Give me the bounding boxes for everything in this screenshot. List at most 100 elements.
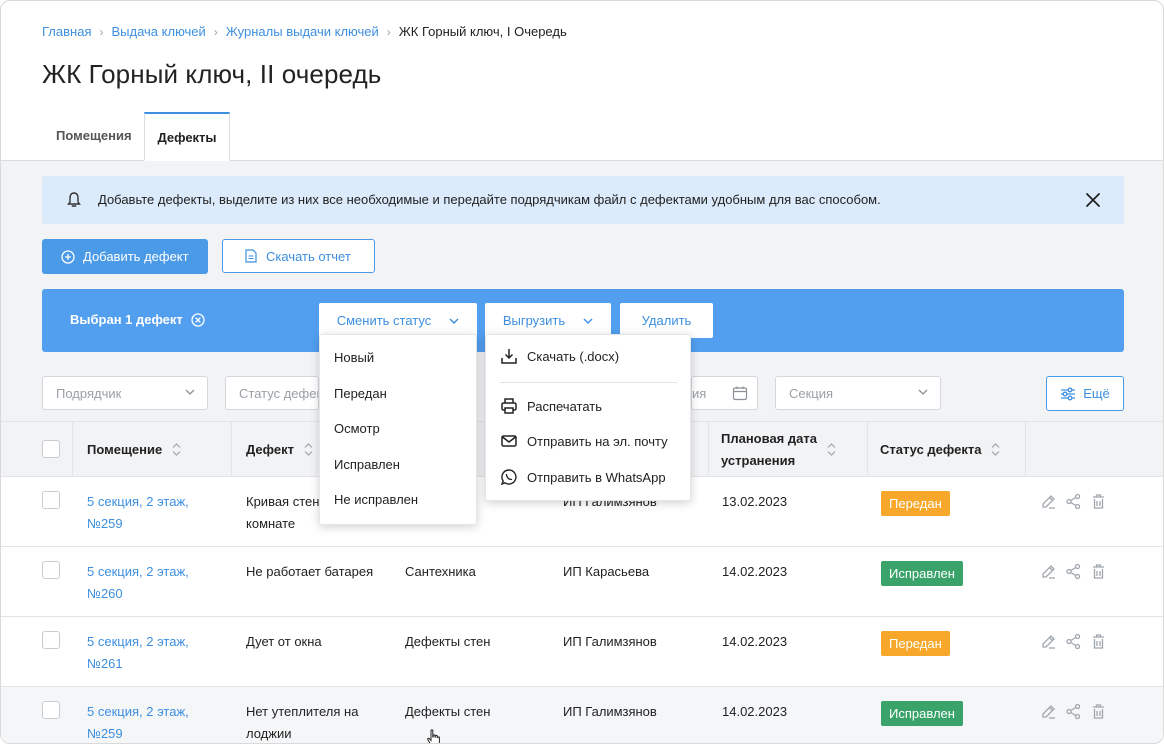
more-filters-button[interactable]: Ещё xyxy=(1046,376,1124,411)
info-alert: Добавьте дефекты, выделите из них все не… xyxy=(42,176,1124,224)
row-checkbox[interactable] xyxy=(42,491,60,509)
breadcrumb-home[interactable]: Главная xyxy=(42,24,91,39)
room-cell[interactable]: 5 секция, 2 этаж, №260 xyxy=(87,547,227,617)
date-cell: 14.02.2023 xyxy=(722,634,788,649)
alert-text: Добавьте дефекты, выделите из них все не… xyxy=(98,192,881,207)
download-report-label: Скачать отчет xyxy=(266,248,351,264)
header-plan-date[interactable]: Плановая дата устранения xyxy=(709,422,868,477)
download-icon xyxy=(501,349,517,364)
edit-icon[interactable] xyxy=(1040,633,1057,650)
delete-button[interactable]: Удалить xyxy=(620,303,713,338)
row-checkbox[interactable] xyxy=(42,631,60,649)
contractor-cell: ИП Галимзянов xyxy=(563,634,657,649)
date-filter[interactable]: ия xyxy=(691,376,758,410)
selection-count: Выбран 1 дефект xyxy=(70,312,205,327)
contractor-cell: ИП Галимзянов xyxy=(563,704,657,719)
export-email[interactable]: Отправить на эл. почту xyxy=(500,432,668,450)
tab-defects[interactable]: Дефекты xyxy=(144,112,230,161)
breadcrumb-journals[interactable]: Журналы выдачи ключей xyxy=(226,24,379,39)
tab-rooms[interactable]: Помещения xyxy=(42,112,146,161)
export-dropdown: Скачать (.docx) Распечатать Отправить на… xyxy=(485,334,691,501)
row-actions xyxy=(1040,563,1107,580)
delete-label: Удалить xyxy=(641,313,692,328)
status-option-transferred[interactable]: Передан xyxy=(334,386,387,401)
sort-icon xyxy=(304,443,313,456)
table-row: 5 секция, 2 этаж, №261 Дует от окна Дефект… xyxy=(1,617,1163,687)
defect-cell: Не работает батарея xyxy=(246,564,374,579)
contractor-filter[interactable]: Подрядчик xyxy=(42,376,208,410)
row-checkbox[interactable] xyxy=(42,561,60,579)
status-option-inspection[interactable]: Осмотр xyxy=(334,421,380,436)
export-print[interactable]: Распечатать xyxy=(500,397,602,415)
trash-icon[interactable] xyxy=(1090,563,1107,580)
row-actions xyxy=(1040,493,1107,510)
edit-icon[interactable] xyxy=(1040,493,1057,510)
header-plan-date-label: Плановая дата устранения xyxy=(721,430,817,468)
share-icon[interactable] xyxy=(1065,493,1082,510)
app-frame: Главная › Выдача ключей › Журналы выдачи… xyxy=(0,0,1164,744)
header-defect-label: Дефект xyxy=(246,442,294,457)
sort-icon xyxy=(172,443,181,456)
change-status-label: Сменить статус xyxy=(336,313,432,328)
chevron-right-icon: › xyxy=(213,24,218,39)
section-filter-placeholder: Секция xyxy=(789,385,834,401)
select-all-checkbox[interactable] xyxy=(42,440,60,458)
printer-icon xyxy=(501,398,517,414)
chevron-right-icon: › xyxy=(386,24,391,39)
share-icon[interactable] xyxy=(1065,633,1082,650)
export-download-docx[interactable]: Скачать (.docx) xyxy=(500,347,619,365)
status-filter-placeholder: Статус дефекта xyxy=(239,385,318,401)
contractor-cell: ИП Карасьева xyxy=(563,564,650,579)
status-badge: Передан xyxy=(881,491,950,516)
date-cell: 14.02.2023 xyxy=(722,704,788,719)
trash-icon[interactable] xyxy=(1090,493,1107,510)
plus-circle-icon xyxy=(61,249,75,264)
selection-label: Выбран 1 дефект xyxy=(70,312,183,327)
mail-icon xyxy=(501,435,517,447)
status-option-fixed[interactable]: Исправлен xyxy=(334,457,400,472)
export-label: Выгрузить xyxy=(502,313,566,328)
row-actions xyxy=(1040,633,1107,650)
chevron-right-icon: › xyxy=(99,24,104,39)
add-defect-button[interactable]: Добавить дефект xyxy=(42,239,208,274)
export-whatsapp[interactable]: Отправить в WhatsApp xyxy=(500,468,666,486)
header-room[interactable]: Помещение xyxy=(73,422,232,477)
share-icon[interactable] xyxy=(1065,703,1082,720)
change-status-button[interactable]: Сменить статус xyxy=(319,303,477,338)
calendar-icon xyxy=(732,386,748,401)
edit-icon[interactable] xyxy=(1040,563,1057,580)
defect-cell: Дует от окна xyxy=(246,634,322,649)
breadcrumb-key-issuance[interactable]: Выдача ключей xyxy=(111,24,205,39)
close-icon[interactable] xyxy=(1084,191,1102,209)
export-download-docx-label: Скачать (.docx) xyxy=(527,348,620,364)
bell-icon xyxy=(67,192,81,207)
trash-icon[interactable] xyxy=(1090,633,1107,650)
chevron-down-icon xyxy=(918,389,928,395)
room-cell[interactable]: 5 секция, 2 этаж, №261 xyxy=(87,617,227,687)
download-report-button[interactable]: Скачать отчет xyxy=(222,239,375,273)
trash-icon[interactable] xyxy=(1090,703,1107,720)
chevron-down-icon xyxy=(583,318,593,324)
header-status[interactable]: Статус дефекта xyxy=(868,422,1026,477)
header-room-label: Помещение xyxy=(87,442,163,457)
share-icon[interactable] xyxy=(1065,563,1082,580)
type-cell: Сантехника xyxy=(405,564,476,579)
room-cell[interactable]: 5 секция, 2 этаж, №259 xyxy=(87,477,227,547)
sort-icon xyxy=(991,443,1000,456)
room-cell[interactable]: 5 секция, 2 этаж, №259 xyxy=(87,687,227,743)
status-filter[interactable]: Статус дефекта xyxy=(225,376,319,410)
type-cell: Дефекты стен xyxy=(405,634,491,649)
clear-selection-icon[interactable] xyxy=(191,312,205,327)
defect-cell: Нет утеплителя на лоджии xyxy=(246,704,359,741)
status-option-not-fixed[interactable]: Не исправлен xyxy=(334,492,418,507)
status-badge: Исправлен xyxy=(881,561,963,586)
status-option-new[interactable]: Новый xyxy=(334,350,374,365)
edit-icon[interactable] xyxy=(1040,703,1057,720)
row-checkbox[interactable] xyxy=(42,701,60,719)
date-filter-placeholder: ия xyxy=(692,385,707,401)
status-dropdown: Новый Передан Осмотр Исправлен Не исправ… xyxy=(319,334,477,525)
contractor-filter-placeholder: Подрядчик xyxy=(56,385,122,401)
section-filter[interactable]: Секция xyxy=(775,376,941,410)
export-button[interactable]: Выгрузить xyxy=(485,303,611,338)
export-email-label: Отправить на эл. почту xyxy=(527,433,668,449)
